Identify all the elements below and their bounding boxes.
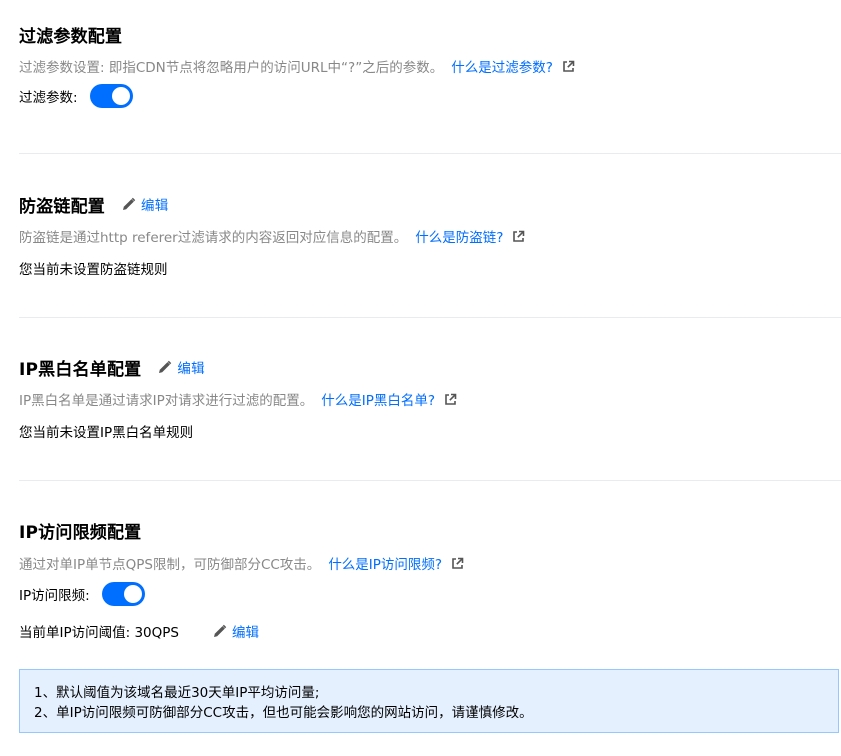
ip-list-edit-label: 编辑 xyxy=(177,361,205,377)
ip-limit-desc: 通过对单IP单节点QPS限制，可防御部分CC攻击。 xyxy=(19,557,321,573)
referer-desc: 防盗链是通过http referer过滤请求的内容返回对应信息的配置。 xyxy=(19,230,408,246)
ip-limit-toggle-label: IP访问限频: xyxy=(19,588,90,604)
referer-title: 防盗链配置 xyxy=(19,196,105,217)
referer-desc-row: 防盗链是通过http referer过滤请求的内容返回对应信息的配置。 什么是防… xyxy=(19,226,841,246)
toggle-knob xyxy=(111,87,130,105)
ip-limit-help-link[interactable]: 什么是IP访问限频? xyxy=(328,553,442,573)
ip-limit-edit-label: 编辑 xyxy=(231,625,259,641)
external-link-icon[interactable] xyxy=(444,393,457,406)
ip-limit-toggle[interactable] xyxy=(101,582,145,606)
filter-params-toggle[interactable] xyxy=(89,84,133,108)
ip-limit-desc-row: 通过对单IP单节点QPS限制，可防御部分CC攻击。 什么是IP访问限频? xyxy=(19,553,841,573)
ip-limit-toggle-row: IP访问限频: xyxy=(19,581,841,607)
notice-line: 2、单IP访问限频可防御部分CC攻击，但也可能会影响您的网站访问，请谨慎修改。 xyxy=(34,705,533,721)
referer-help-link[interactable]: 什么是防盗链? xyxy=(415,226,503,246)
external-link-icon[interactable] xyxy=(451,557,464,570)
pencil-icon xyxy=(213,624,227,637)
filter-params-toggle-row: 过滤参数: xyxy=(19,83,841,109)
ip-limit-section: IP访问限频配置 通过对单IP单节点QPS限制，可防御部分CC攻击。 什么是IP… xyxy=(19,518,841,644)
section-divider xyxy=(19,153,841,154)
external-link-icon[interactable] xyxy=(562,60,575,73)
ip-list-section: IP黑白名单配置 编辑 IP黑白名单是通过请求IP对请求进行过滤的配置。 什么是… xyxy=(19,355,841,441)
filter-params-desc: 过滤参数设置: 即指CDN节点将忽略用户的访问URL中“?”之后的参数。 xyxy=(19,60,444,76)
ip-limit-threshold-row: 当前单IP访问阈值: 30QPS 编辑 xyxy=(19,618,841,644)
referer-edit-label: 编辑 xyxy=(141,198,169,214)
external-link-icon[interactable] xyxy=(512,230,525,243)
ip-list-desc: IP黑白名单是通过请求IP对请求进行过滤的配置。 xyxy=(19,393,314,409)
ip-list-help-link[interactable]: 什么是IP黑白名单? xyxy=(321,389,435,409)
filter-params-toggle-label: 过滤参数: xyxy=(19,90,78,106)
filter-params-title: 过滤参数配置 xyxy=(19,26,123,47)
section-divider xyxy=(19,317,841,318)
notice-line: 1、默认阈值为该域名最近30天单IP平均访问量; xyxy=(34,685,320,701)
ip-limit-notice: 1、默认阈值为该域名最近30天单IP平均访问量; 2、单IP访问限频可防御部分C… xyxy=(19,669,839,733)
pencil-icon xyxy=(123,197,136,210)
pencil-icon xyxy=(159,360,172,373)
referer-edit-button[interactable]: 编辑 xyxy=(121,194,168,214)
ip-limit-edit-button[interactable]: 编辑 xyxy=(212,621,259,641)
ip-list-status: 您当前未设置IP黑白名单规则 xyxy=(19,425,194,441)
referer-title-row: 防盗链配置 编辑 xyxy=(19,192,841,217)
referer-status: 您当前未设置防盗链规则 xyxy=(19,262,168,278)
filter-params-help-link[interactable]: 什么是过滤参数? xyxy=(451,56,553,76)
section-divider xyxy=(19,480,841,481)
filter-params-section: 过滤参数配置 过滤参数设置: 即指CDN节点将忽略用户的访问URL中“?”之后的… xyxy=(19,22,841,109)
toggle-knob xyxy=(123,585,142,603)
filter-params-desc-row: 过滤参数设置: 即指CDN节点将忽略用户的访问URL中“?”之后的参数。 什么是… xyxy=(19,56,841,76)
referer-section: 防盗链配置 编辑 防盗链是通过http referer过滤请求的内容返回对应信息… xyxy=(19,192,841,278)
ip-list-title-row: IP黑白名单配置 编辑 xyxy=(19,355,841,380)
ip-list-desc-row: IP黑白名单是通过请求IP对请求进行过滤的配置。 什么是IP黑白名单? xyxy=(19,389,841,409)
ip-list-title: IP黑白名单配置 xyxy=(19,359,142,380)
ip-list-edit-button[interactable]: 编辑 xyxy=(157,357,205,377)
ip-limit-title: IP访问限频配置 xyxy=(19,522,142,543)
ip-limit-threshold: 当前单IP访问阈值: 30QPS xyxy=(19,625,179,641)
